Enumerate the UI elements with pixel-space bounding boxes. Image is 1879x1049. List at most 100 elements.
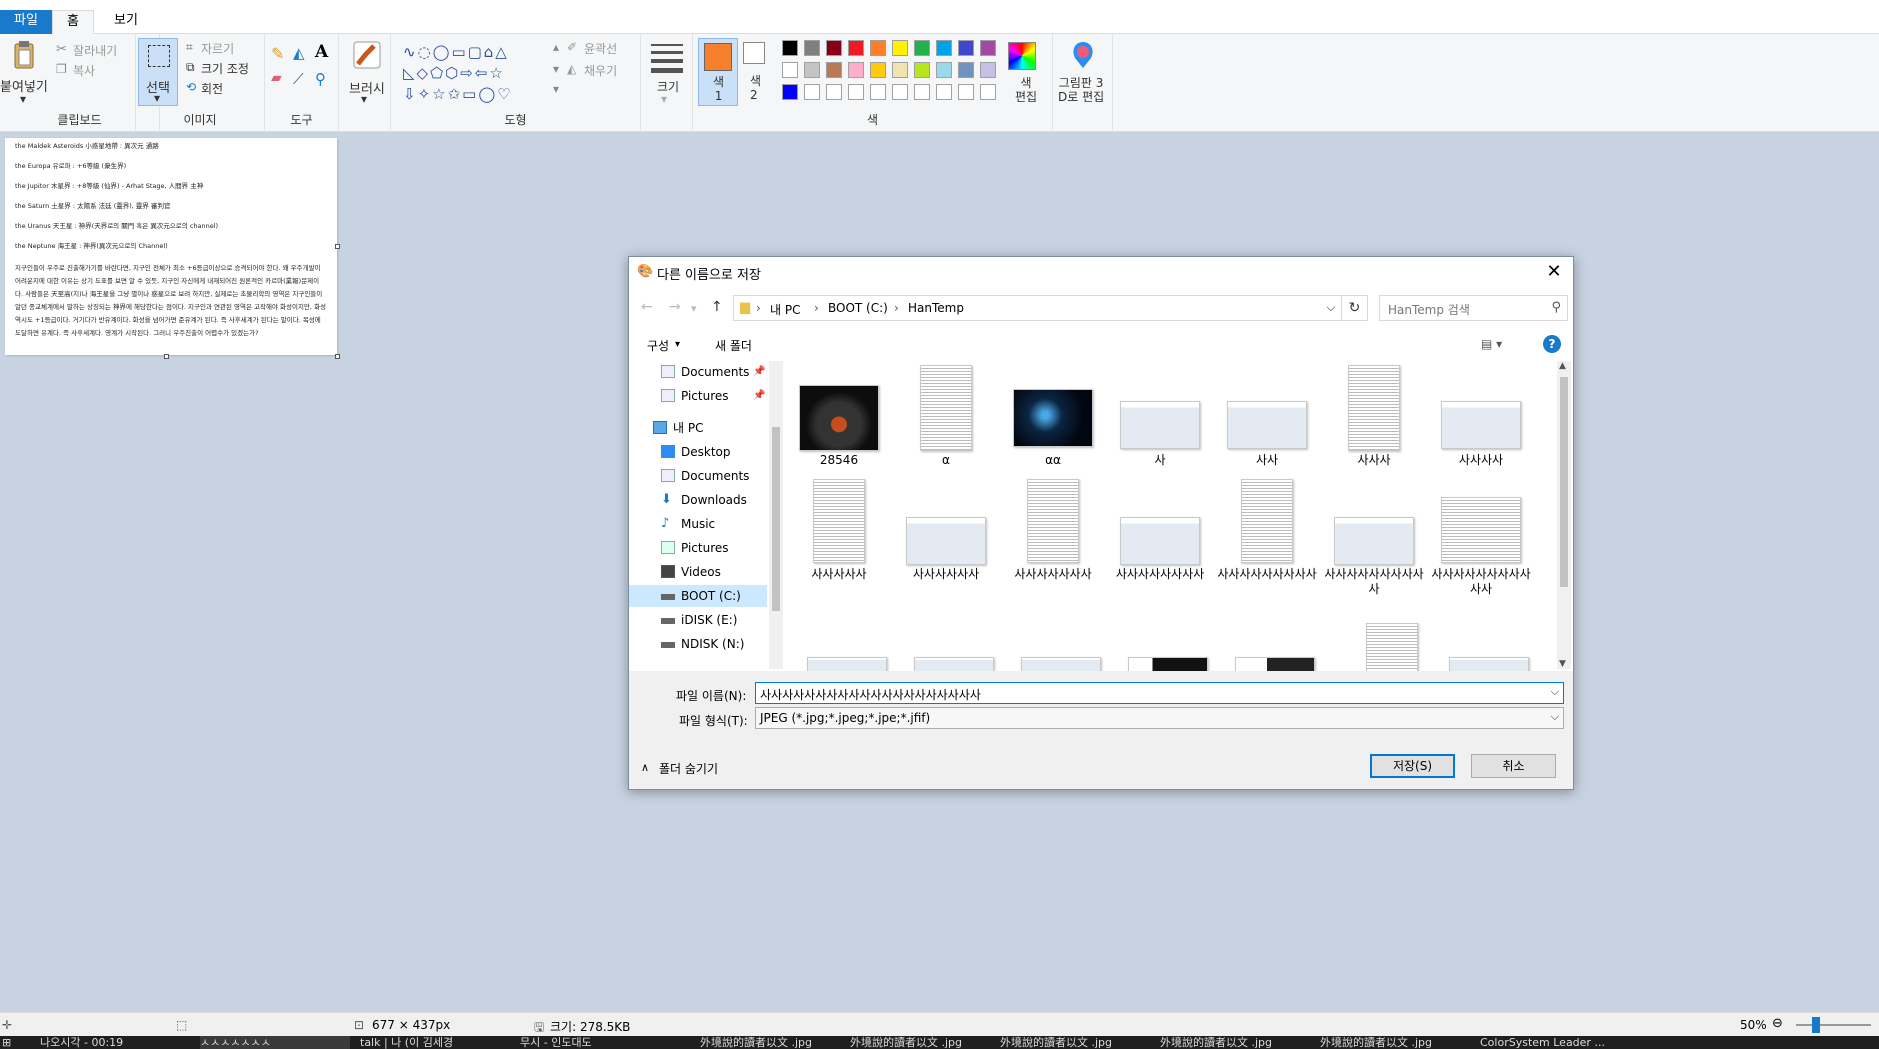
color-swatch[interactable] [892,62,908,78]
file-item[interactable]: αα [1003,361,1103,467]
file-item[interactable]: 사사사사사 [789,479,889,589]
file-item[interactable]: α [896,361,996,467]
zoom-slider[interactable] [1796,1024,1871,1026]
color-swatch[interactable] [804,84,820,100]
tab-home[interactable]: 홈 [52,10,94,34]
file-item[interactable]: 사사사사사사사사사사 [1324,479,1424,596]
cut-button[interactable]: 잘라내기 [73,42,117,59]
tree-item-boot-c[interactable]: BOOT (C:) [629,585,767,607]
chevron-down-icon[interactable]: ⌵ [1551,710,1559,724]
zoom-out-icon[interactable]: ⊖ [1772,1016,1783,1031]
color-swatch[interactable] [848,40,864,56]
view-options-icon[interactable]: ▤ ▾ [1481,337,1502,351]
color-swatch[interactable] [782,40,798,56]
file-item[interactable] [1366,623,1418,671]
color-swatch[interactable] [892,84,908,100]
brush-icon[interactable] [352,40,382,70]
back-icon[interactable]: ← [641,299,653,315]
tree-item-videos[interactable]: Videos [629,561,767,583]
tree-item-ndisk-n[interactable]: NDISK (N:) [629,633,767,655]
outline-button[interactable]: 윤곽선 [584,40,617,57]
canvas-image[interactable]: the Maldek Asteroids 小惑星地帶 : 異次元 通路 the … [5,138,337,355]
resize-handle-corner[interactable] [335,354,340,359]
color-swatch[interactable] [782,84,798,100]
help-icon[interactable]: ? [1543,335,1561,353]
color-swatch[interactable] [782,62,798,78]
color-swatch[interactable] [980,62,996,78]
resize-handle-bottom[interactable] [164,354,169,359]
file-item[interactable] [807,657,887,671]
color-swatch[interactable] [980,40,996,56]
tree-item-music[interactable]: ♪ Music [629,513,767,535]
color2-button[interactable]: 색 2 [750,74,761,102]
edit-paint3d-button[interactable]: 그림판 3 D로 편집 [1058,76,1104,104]
filename-input[interactable]: 사사사사사사사사사사사사사사사사사사사사 ⌵ [755,682,1564,704]
tab-file[interactable]: 파일 [0,10,52,34]
color-swatch[interactable] [914,62,930,78]
taskbar-item[interactable]: 外境說的讀者以文 .jpg [1000,1036,1140,1049]
up-icon[interactable]: ↑ [711,299,723,315]
color-swatch[interactable] [936,84,952,100]
select-button[interactable]: 선택 ▾ [138,38,178,106]
recent-locations-icon[interactable]: ▾ [691,302,697,315]
pencil-icon[interactable]: ✎ [271,44,284,63]
color-swatch[interactable] [936,62,952,78]
file-item[interactable]: 사사사사사사사사 [1110,479,1210,589]
file-item[interactable]: 사사 [1217,361,1317,467]
color-swatch[interactable] [870,62,886,78]
color-swatch[interactable] [826,62,842,78]
file-item[interactable]: 사사사사 [1431,361,1531,467]
file-item[interactable]: 사 [1110,361,1210,467]
file-item[interactable] [1021,657,1101,671]
file-item[interactable]: 사사사사사사사사사 [1217,479,1317,589]
search-box[interactable]: HanTemp 검색 ⚲ [1379,295,1568,321]
cancel-button[interactable]: 취소 [1471,754,1556,778]
hide-folders-button[interactable]: 폴더 숨기기 [659,760,718,777]
eraser-icon[interactable]: ▰ [271,70,282,86]
new-folder-button[interactable]: 새 폴더 [715,337,752,354]
save-button[interactable]: 저장(S) [1370,754,1455,778]
taskbar-item[interactable]: 무시 - 인도대도 [520,1036,670,1049]
fill-shape-button[interactable]: 채우기 [584,62,617,79]
address-dropdown-icon[interactable]: ⌵ [1327,301,1335,315]
file-item[interactable]: 사사사사사사 [896,479,996,589]
color-swatch[interactable] [848,84,864,100]
taskbar-item[interactable]: ColorSystem Leader ... [1480,1036,1620,1049]
crop-button[interactable]: 자르기 [201,40,234,57]
rotate-button[interactable]: 회전 [201,80,223,97]
color-swatch[interactable] [826,40,842,56]
taskbar-item[interactable]: 外境說的讀者以文 .jpg [1320,1036,1460,1049]
tab-view[interactable]: 보기 [100,10,152,34]
navigation-scrollbar[interactable] [769,361,783,669]
taskbar-item[interactable]: 나오시각 - 00:19 [40,1036,190,1049]
size-icon[interactable] [651,44,683,73]
file-item[interactable] [1128,657,1208,671]
chevron-up-icon[interactable]: ∧ [641,761,649,774]
color-swatch[interactable] [892,40,908,56]
tree-item-pictures-pinned[interactable]: Pictures 📌 [629,385,767,407]
edit-colors-button[interactable]: 색 편집 [1015,76,1037,104]
color-swatch[interactable] [958,84,974,100]
file-item[interactable]: 사사사 [1324,361,1424,467]
color-swatch[interactable] [958,62,974,78]
color-swatch[interactable] [804,40,820,56]
chevron-down-icon[interactable]: ⌵ [1551,685,1559,699]
breadcrumb-item[interactable]: BOOT (C:) [828,301,888,315]
file-list-scrollbar-thumb[interactable] [1560,377,1568,587]
search-input[interactable]: HanTemp 검색 [1388,301,1470,318]
tree-item-downloads[interactable]: ⬇ Downloads [629,489,767,511]
color-swatch[interactable] [914,84,930,100]
zoom-slider-thumb[interactable] [1812,1017,1820,1033]
address-bar[interactable]: ▆ › 내 PC › BOOT (C:) › HanTemp ⌵ [733,295,1342,321]
close-icon[interactable]: ✕ [1543,261,1565,283]
start-icon[interactable]: ⊞ [2,1036,22,1049]
navigation-scrollbar-thumb[interactable] [772,427,780,611]
color-swatch[interactable] [980,84,996,100]
taskbar-item[interactable]: ㅅㅅㅅㅅㅅㅅㅅ [200,1036,350,1049]
breadcrumb-item[interactable]: 내 PC [770,301,800,318]
breadcrumb-item[interactable]: HanTemp [908,301,964,315]
color-swatch[interactable] [958,40,974,56]
file-item[interactable] [1235,657,1315,671]
magnifier-icon[interactable]: ⚲ [315,70,326,88]
tree-item-desktop[interactable]: Desktop [629,441,767,463]
